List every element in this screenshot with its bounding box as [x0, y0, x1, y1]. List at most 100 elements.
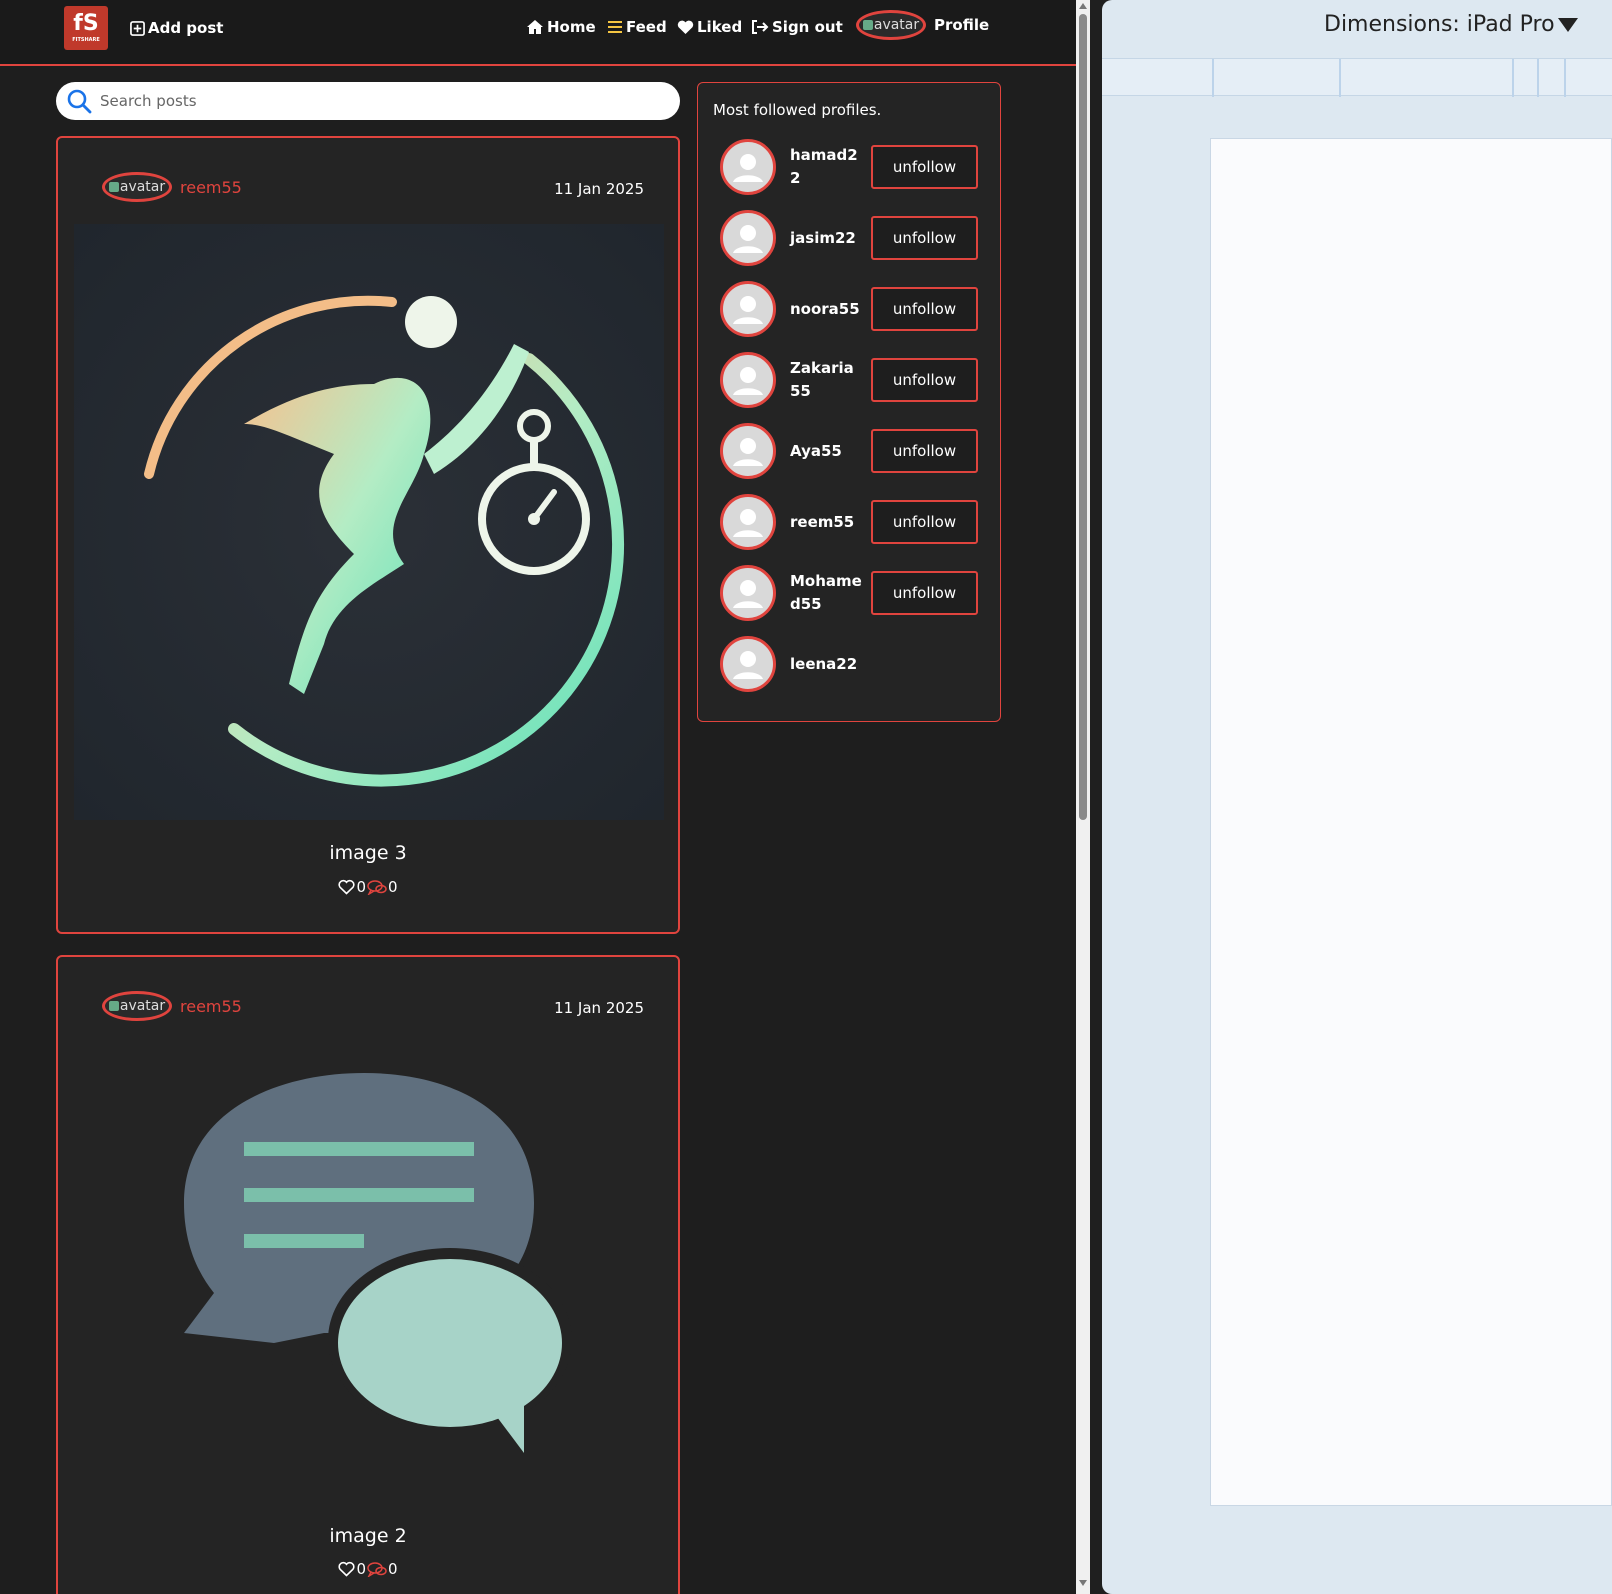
- post-image-runner[interactable]: [74, 224, 664, 820]
- follower-row: hamad22 unfollow: [720, 139, 982, 195]
- profile-avatar: avatar: [856, 10, 926, 40]
- nav-profile-label: Profile: [934, 16, 990, 34]
- post-avatar-alt: avatar: [119, 998, 166, 1014]
- like-heart-icon[interactable]: [338, 879, 356, 895]
- post-author[interactable]: avatar reem55: [102, 991, 242, 1021]
- device-emulation-area: Dimensions: iPad Pro: [1102, 0, 1612, 1594]
- nav-feed-label: Feed: [626, 18, 667, 36]
- unfollow-button[interactable]: unfollow: [871, 571, 978, 615]
- app-viewport: fS FITSHARE Add post Home Feed Liked Sig…: [0, 0, 1076, 1594]
- search-input[interactable]: [100, 92, 640, 110]
- top-navbar: fS FITSHARE Add post Home Feed Liked Sig…: [0, 0, 1076, 66]
- default-user-icon: [733, 154, 763, 182]
- follower-name[interactable]: reem55: [790, 494, 864, 550]
- media-query-ruler[interactable]: [1102, 58, 1612, 97]
- post-username[interactable]: reem55: [180, 997, 242, 1016]
- dropdown-caret-icon[interactable]: [1558, 18, 1578, 32]
- nav-feed[interactable]: Feed: [607, 15, 667, 39]
- unfollow-button[interactable]: unfollow: [871, 358, 978, 402]
- unfollow-button[interactable]: unfollow: [871, 216, 978, 260]
- ruler-tick: [1212, 59, 1214, 97]
- follower-name[interactable]: hamad22: [790, 139, 864, 195]
- add-post-link[interactable]: Add post: [130, 16, 223, 40]
- nav-home[interactable]: Home: [526, 15, 596, 39]
- add-post-label: Add post: [148, 19, 224, 37]
- device-dimensions-label[interactable]: Dimensions: iPad Pro: [1324, 12, 1555, 37]
- follower-avatar[interactable]: [720, 281, 776, 337]
- search-icon: [67, 89, 92, 114]
- post-avatar: avatar: [102, 991, 172, 1021]
- devtools-pane: Dimensions: iPad Pro: [1090, 0, 1612, 1594]
- post-stats: 0 0: [58, 878, 678, 896]
- like-heart-icon[interactable]: [338, 1561, 356, 1577]
- scrollbar-thumb[interactable]: [1079, 14, 1087, 820]
- follower-avatar[interactable]: [720, 139, 776, 195]
- post-avatar: avatar: [102, 172, 172, 202]
- follower-avatar[interactable]: [720, 423, 776, 479]
- comment-icon[interactable]: [367, 1561, 387, 1577]
- follower-name[interactable]: jasim22: [790, 210, 864, 266]
- nav-profile[interactable]: avatar Profile: [856, 10, 990, 40]
- nav-home-label: Home: [547, 18, 596, 36]
- unfollow-button[interactable]: unfollow: [871, 500, 978, 544]
- post-title: image 3: [329, 842, 407, 864]
- follower-row: Mohamed55 unfollow: [720, 565, 982, 621]
- broken-image-icon: [108, 182, 119, 192]
- nav-liked-label: Liked: [697, 18, 743, 36]
- post-comment-count: 0: [388, 878, 398, 896]
- post-card: avatar reem55 11 Jan 2025 image 2 0 0: [56, 955, 680, 1594]
- follower-name[interactable]: Mohamed55: [790, 565, 864, 621]
- comment-icon[interactable]: [367, 879, 387, 895]
- page-scrollbar[interactable]: [1076, 0, 1090, 1594]
- follower-name[interactable]: leena22: [790, 636, 864, 692]
- logo-text: FITSHARE: [72, 37, 100, 43]
- follower-name[interactable]: Zakaria55: [790, 352, 864, 408]
- plus-square-icon: [130, 20, 145, 36]
- unfollow-button[interactable]: unfollow: [871, 429, 978, 473]
- default-user-icon: [733, 580, 763, 608]
- default-user-icon: [733, 438, 763, 466]
- post-like-count: 0: [356, 1560, 366, 1578]
- post-date: 11 Jan 2025: [554, 180, 644, 198]
- nav-sign-out-label: Sign out: [772, 18, 843, 36]
- broken-image-icon: [108, 1001, 119, 1011]
- scroll-down-arrow-icon[interactable]: [1079, 1580, 1087, 1586]
- follower-row: Zakaria55 unfollow: [720, 352, 982, 408]
- scroll-up-arrow-icon[interactable]: [1079, 3, 1087, 9]
- ruler-tick: [1512, 59, 1514, 97]
- follower-avatar[interactable]: [720, 565, 776, 621]
- follower-avatar[interactable]: [720, 636, 776, 692]
- post-like-count: 0: [356, 878, 366, 896]
- unfollow-button[interactable]: unfollow: [871, 287, 978, 331]
- default-user-icon: [733, 296, 763, 324]
- follower-avatar[interactable]: [720, 494, 776, 550]
- logo-glyph: fS: [73, 11, 99, 36]
- heart-icon: [677, 20, 694, 34]
- follower-avatar[interactable]: [720, 210, 776, 266]
- nav-liked[interactable]: Liked: [677, 15, 742, 39]
- post-date: 11 Jan 2025: [554, 999, 644, 1017]
- broken-image-icon: [862, 20, 873, 30]
- follower-name[interactable]: Aya55: [790, 423, 864, 479]
- default-user-icon: [733, 225, 763, 253]
- ruler-tick: [1564, 59, 1566, 97]
- default-user-icon: [733, 367, 763, 395]
- follower-row: jasim22 unfollow: [720, 210, 982, 266]
- site-logo[interactable]: fS FITSHARE: [64, 6, 108, 50]
- profile-avatar-alt: avatar: [873, 17, 920, 33]
- post-username[interactable]: reem55: [180, 178, 242, 197]
- follower-avatar[interactable]: [720, 352, 776, 408]
- unfollow-button[interactable]: unfollow: [871, 145, 978, 189]
- post-avatar-alt: avatar: [119, 179, 166, 195]
- post-author[interactable]: avatar reem55: [102, 172, 242, 202]
- search-bar[interactable]: [56, 82, 680, 120]
- default-user-icon: [733, 651, 763, 679]
- follower-row: reem55 unfollow: [720, 494, 982, 550]
- home-icon: [527, 20, 543, 34]
- ruler-tick: [1537, 59, 1539, 97]
- nav-sign-out[interactable]: Sign out: [751, 15, 843, 39]
- default-user-icon: [733, 509, 763, 537]
- post-image-chat[interactable]: [74, 1043, 664, 1543]
- follower-name[interactable]: noora55: [790, 281, 864, 337]
- ruler-tick: [1339, 59, 1341, 97]
